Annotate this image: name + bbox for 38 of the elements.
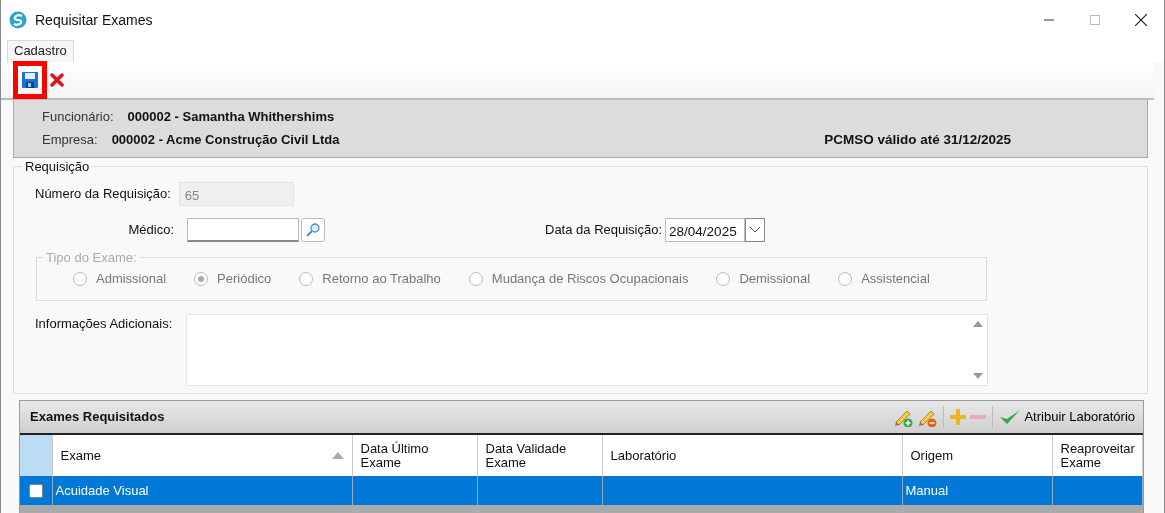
group-title: Tipo do Exame: — [43, 250, 140, 266]
scroll-down-icon[interactable] — [973, 373, 984, 379]
company-name: 000002 - Acme Construção Civil Ltda — [111, 131, 340, 149]
add-button[interactable] — [948, 409, 969, 425]
field-label: Funcionário: — [42, 108, 114, 126]
search-icon — [306, 223, 320, 237]
close-icon — [1135, 14, 1147, 26]
group-title: Requisição — [22, 159, 93, 175]
dropdown-button[interactable] — [745, 218, 766, 242]
field-label: Médico: — [127, 221, 174, 240]
sort-ascending-icon — [331, 452, 344, 459]
checkmark-icon — [999, 408, 1022, 426]
table-cell: Manual — [902, 476, 1052, 505]
assign-lab-button[interactable]: Atribuir Laboratório — [997, 407, 1137, 427]
table-cell: Acuidade Visual — [52, 476, 352, 505]
search-button[interactable] — [301, 218, 325, 242]
notes-field[interactable] — [186, 314, 989, 386]
row-header-corner — [20, 435, 52, 476]
app-logo-icon — [9, 11, 27, 29]
field-label: Empresa: — [42, 131, 98, 149]
employee-name: 000002 - Samantha Whithershims — [127, 108, 335, 126]
field-label: Informações Adicionais: — [35, 315, 173, 333]
minimize-icon — [1044, 19, 1054, 21]
close-icon — [50, 73, 64, 87]
row-checkbox[interactable] — [28, 483, 43, 498]
minus-icon — [970, 415, 987, 419]
chevron-down-icon — [750, 227, 761, 233]
validity-text: PCMSO válido até 31/12/2025 — [824, 131, 1011, 149]
doctor-field[interactable] — [187, 218, 299, 242]
date-field[interactable]: 28/04/2025 — [665, 218, 746, 242]
field-label: Número da Requisição: — [35, 185, 171, 204]
window-title: Requisitar Exames — [35, 10, 153, 30]
scroll-up-icon[interactable] — [973, 321, 984, 327]
field-label: Data da Requisição: — [545, 221, 663, 240]
maximize-icon — [1090, 15, 1100, 25]
plus-icon — [950, 409, 967, 425]
tab[interactable]: Cadastro — [7, 40, 74, 62]
section-title: Exames Requisitados — [30, 408, 165, 427]
